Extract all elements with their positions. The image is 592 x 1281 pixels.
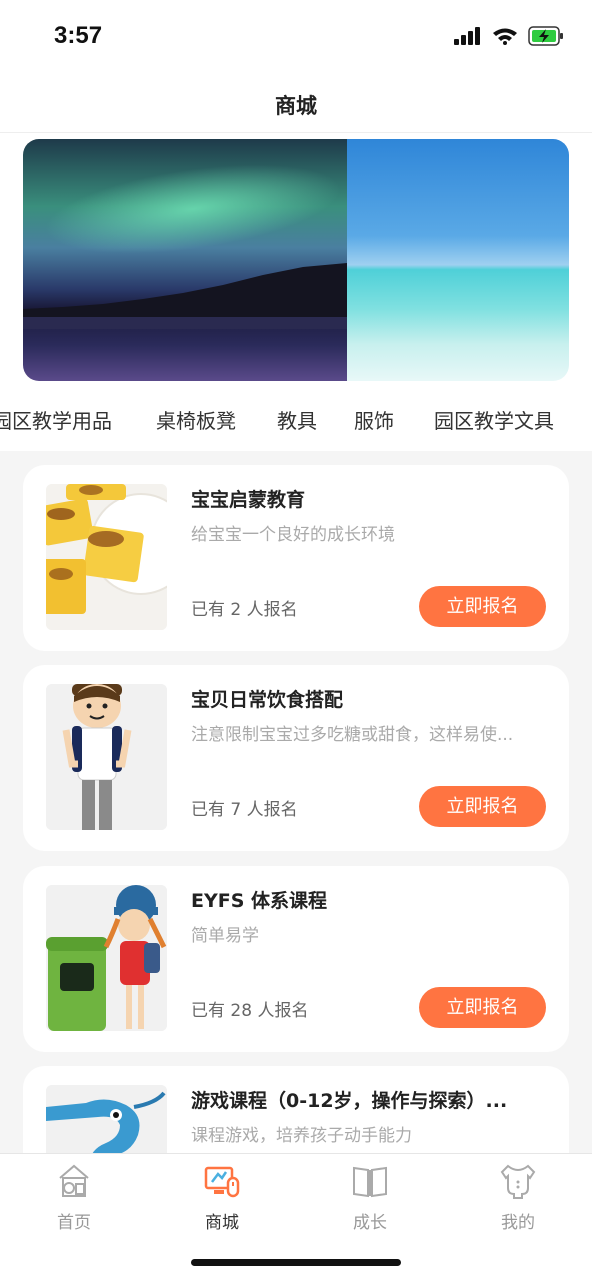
- course-description: 注意限制宝宝过多吃糖或甜食，这样易使...: [191, 725, 514, 745]
- course-title: 游戏课程（0-12岁，操作与探索）...: [191, 1090, 508, 1112]
- course-title: 宝宝启蒙教育: [191, 489, 306, 511]
- nav-header: 商城: [0, 78, 592, 133]
- wifi-icon: [493, 28, 517, 45]
- tab-home[interactable]: 首页: [34, 1160, 114, 1233]
- mall-icon: [204, 1166, 240, 1198]
- banner-slide-beach[interactable]: [347, 139, 569, 381]
- category-item-stationery[interactable]: 园区教学文具: [434, 405, 554, 434]
- status-time: 3:57: [54, 22, 103, 49]
- course-card[interactable]: EYFS 体系课程 简单易学 已有 28 人报名 立即报名: [23, 866, 569, 1052]
- course-thumbnail-girl-recycling: [46, 885, 167, 1031]
- course-thumbnail-egg-tart: [46, 484, 167, 630]
- enrollment-count: 已有 2 人报名: [191, 600, 298, 620]
- book-icon: [353, 1166, 387, 1198]
- banner-section: [0, 133, 592, 383]
- course-card[interactable]: 宝贝日常饮食搭配 注意限制宝宝过多吃糖或甜食，这样易使... 已有 7 人报名 …: [23, 665, 569, 851]
- tab-mall[interactable]: 商城: [182, 1160, 262, 1233]
- course-title: EYFS 体系课程: [191, 890, 328, 912]
- tab-label: 我的: [501, 1213, 535, 1233]
- category-item-clothing[interactable]: 服饰: [354, 405, 394, 434]
- status-bar: 3:57: [0, 0, 592, 78]
- tab-label: 商城: [205, 1213, 239, 1233]
- tab-label: 成长: [353, 1213, 387, 1233]
- category-item-teaching-aids[interactable]: 教具: [277, 405, 317, 434]
- category-bar: 园区教学用品 桌椅板凳 教具 服饰 园区教学文具: [0, 383, 592, 451]
- enrollment-count: 已有 28 人报名: [191, 1001, 309, 1021]
- enroll-button[interactable]: 立即报名: [419, 586, 546, 627]
- course-description: 课程游戏，培养孩子动手能力: [191, 1126, 412, 1146]
- banner-slide-aurora[interactable]: [23, 139, 348, 381]
- tab-growth[interactable]: 成长: [330, 1160, 410, 1233]
- tab-mine[interactable]: 我的: [478, 1160, 558, 1233]
- course-thumbnail-boy: [46, 684, 167, 830]
- tab-label: 首页: [57, 1213, 91, 1233]
- home-icon: [59, 1164, 89, 1197]
- enrollment-count: 已有 7 人报名: [191, 800, 298, 820]
- signal-icon: [454, 27, 480, 45]
- battery-charging-icon: [528, 26, 563, 46]
- course-title: 宝贝日常饮食搭配: [191, 689, 344, 711]
- home-indicator[interactable]: [191, 1259, 401, 1266]
- category-item-teaching-supplies[interactable]: 园区教学用品: [0, 405, 112, 434]
- course-card[interactable]: 宝宝启蒙教育 给宝宝一个良好的成长环境 已有 2 人报名 立即报名: [23, 465, 569, 651]
- enroll-button[interactable]: 立即报名: [419, 987, 546, 1028]
- course-description: 简单易学: [191, 926, 259, 946]
- course-description: 给宝宝一个良好的成长环境: [191, 525, 395, 545]
- enroll-button[interactable]: 立即报名: [419, 786, 546, 827]
- baby-clothes-icon: [500, 1164, 536, 1199]
- banner-carousel[interactable]: [23, 139, 569, 381]
- page-title: 商城: [275, 94, 317, 118]
- category-item-furniture[interactable]: 桌椅板凳: [156, 405, 236, 434]
